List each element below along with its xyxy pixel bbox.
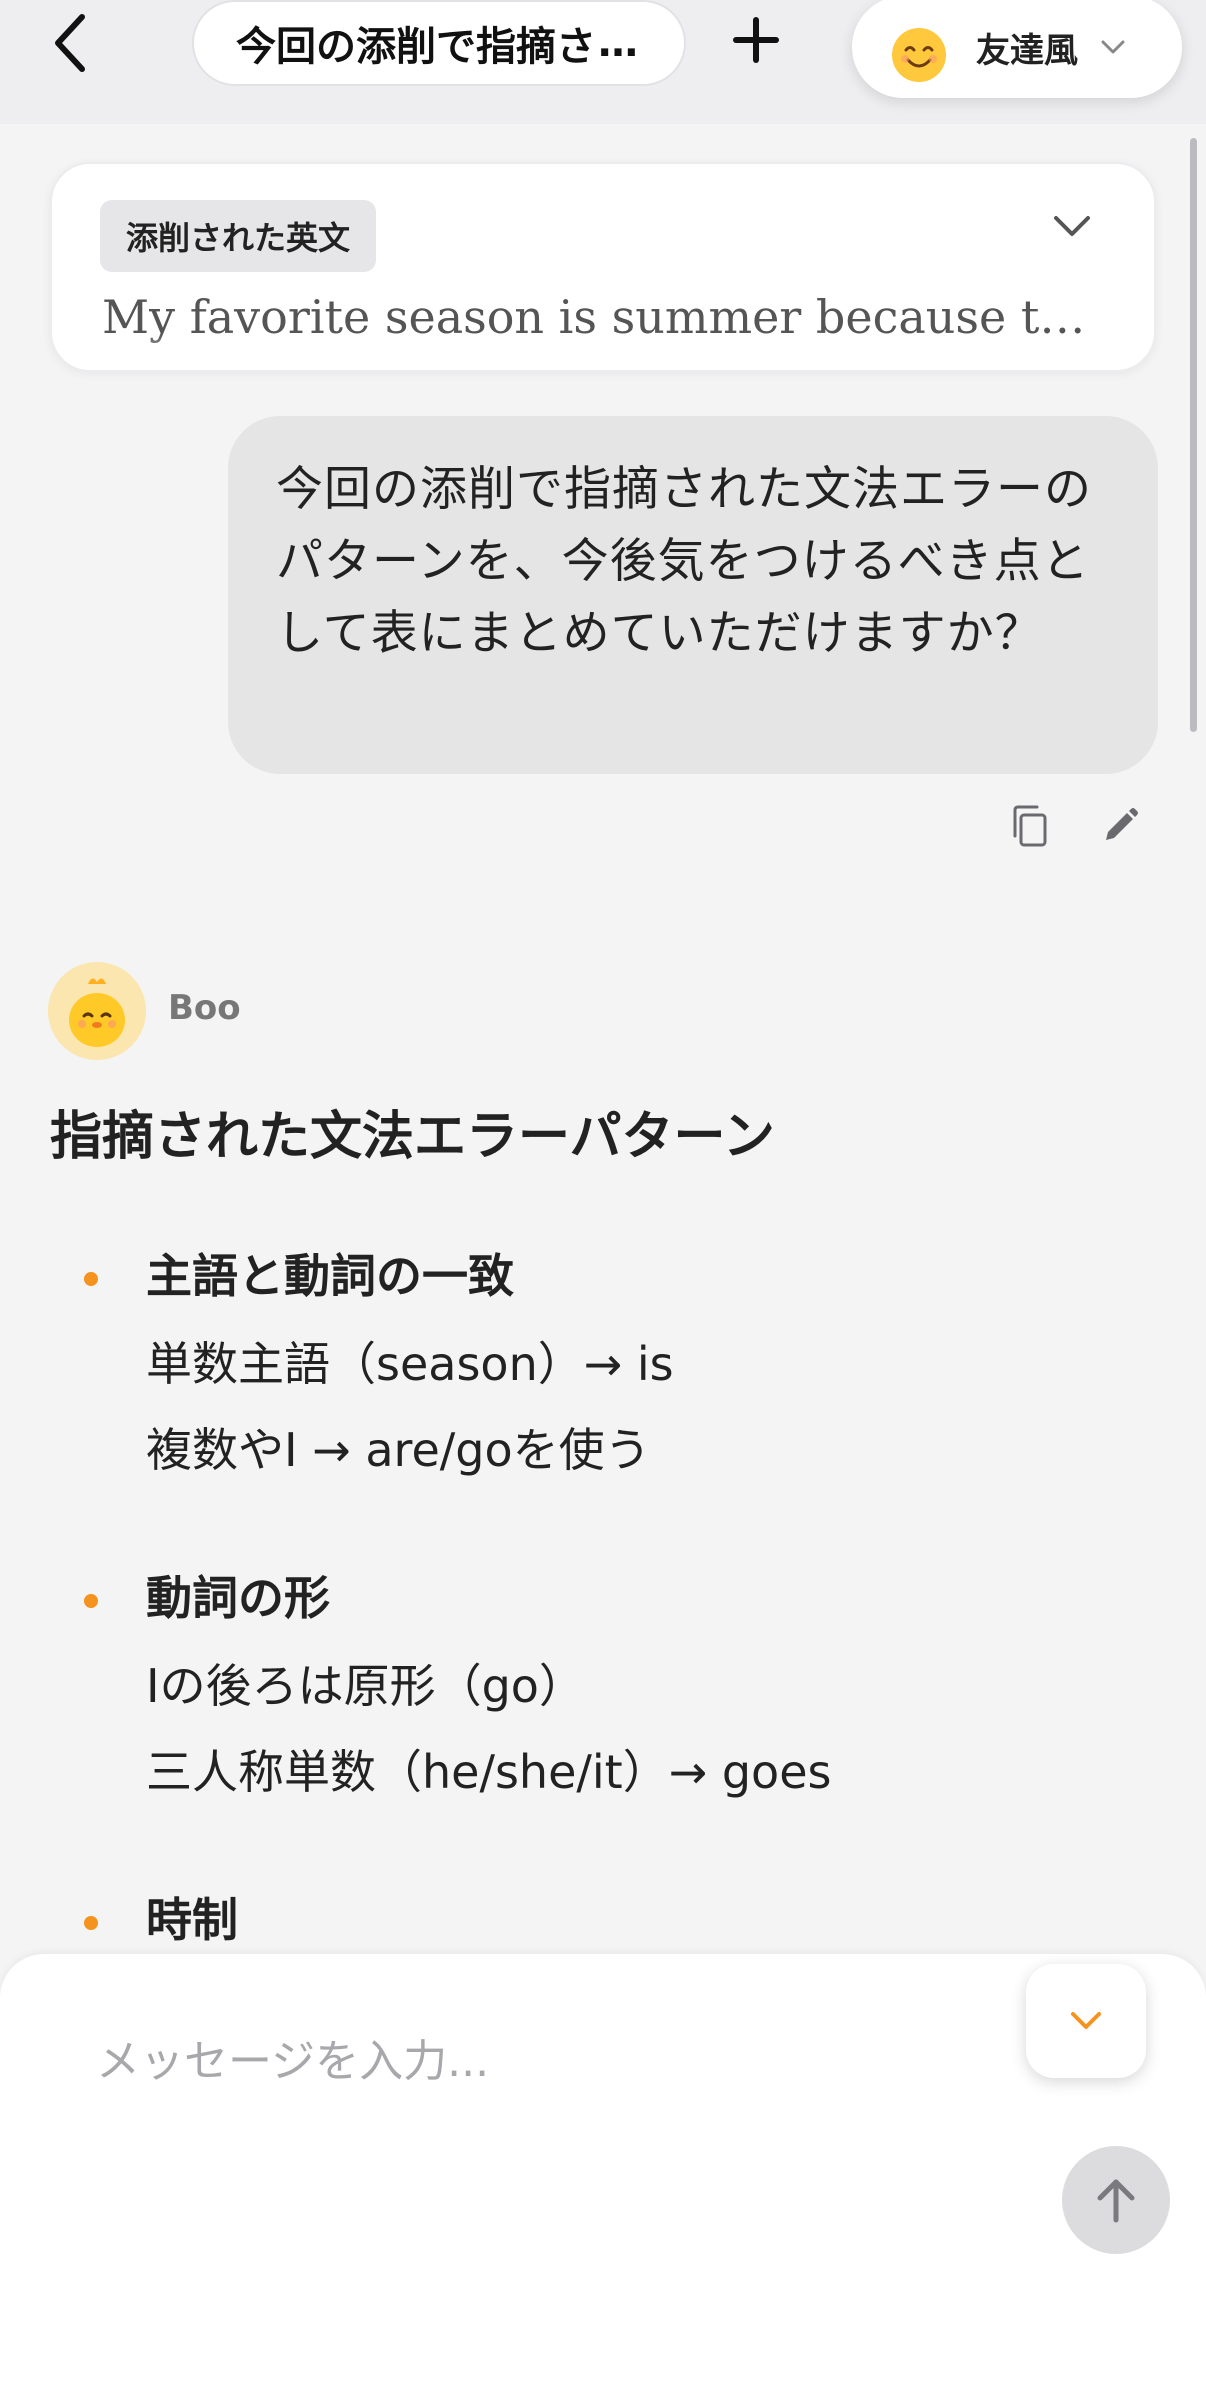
user-message-bubble: 今回の添削で指摘された文法エラーのパターンを、今後気をつけるべき点として表にまと… [228, 416, 1158, 774]
header: 今回の添削で指摘さ … 友達風 [0, 0, 1206, 124]
bullet-dot [84, 1272, 98, 1286]
scrollbar[interactable] [1190, 138, 1197, 732]
list-item-line: Iの後ろは原形（go） [146, 1659, 585, 1713]
conversation-title[interactable]: 今回の添削で指摘さ … [192, 0, 686, 86]
list-item-heading: 主語と動詞の一致 [146, 1249, 514, 1303]
bullet-dot [84, 1594, 98, 1608]
chevron-left-icon [55, 14, 85, 72]
tone-label: 友達風 [976, 30, 1078, 71]
list-item-heading: 時制 [146, 1893, 238, 1947]
list-item-line: 複数やI → are/goを使う [146, 1423, 651, 1477]
plus-icon [733, 17, 779, 63]
answer-title: 指摘された文法エラーパターン [50, 1107, 775, 1167]
chat-screen: 今回の添削で指摘さ … 友達風 添削された英文 My favorite seas… [0, 0, 1206, 2392]
pencil-icon [1106, 808, 1138, 840]
copy-icon [1013, 805, 1047, 847]
chevron-down-icon[interactable] [1052, 214, 1092, 240]
edit-button[interactable] [1094, 800, 1146, 852]
fade-overlay [52, 334, 1154, 370]
list-item-line: 三人称単数（he/she/it）→ goes [146, 1745, 832, 1799]
scroll-to-bottom-button[interactable] [1026, 1964, 1146, 2078]
arrow-up-icon [1097, 2179, 1135, 2223]
bullet-dot [84, 1916, 98, 1930]
chevron-down-icon [1071, 2012, 1101, 2029]
list-item-heading: 動詞の形 [146, 1571, 330, 1625]
chick-avatar-icon [48, 962, 146, 1060]
tone-selector[interactable]: 友達風 [852, 0, 1182, 98]
message-input[interactable] [96, 2026, 996, 2096]
send-button[interactable] [1062, 2146, 1170, 2254]
smiling-face-icon [892, 28, 946, 82]
chevron-down-icon [1101, 40, 1125, 54]
corrected-text-tag: 添削された英文 [100, 200, 377, 272]
back-button[interactable] [40, 8, 100, 78]
assistant-name: Boo [168, 988, 241, 1028]
conversation-title-text: 今回の添削で指摘さ [236, 24, 596, 70]
list-item-line: 単数主語（season）→ is [146, 1337, 674, 1391]
new-chat-button[interactable] [726, 2, 786, 78]
avatar [48, 962, 146, 1060]
user-message-text: 今回の添削で指摘された文法エラーのパターンを、今後気をつけるべき点として表にまと… [276, 462, 1092, 661]
corrected-text-card[interactable]: 添削された英文 My favorite season is summer bec… [50, 162, 1156, 372]
copy-button[interactable] [1004, 800, 1056, 852]
conversation-title-ellipsis: … [598, 20, 638, 66]
